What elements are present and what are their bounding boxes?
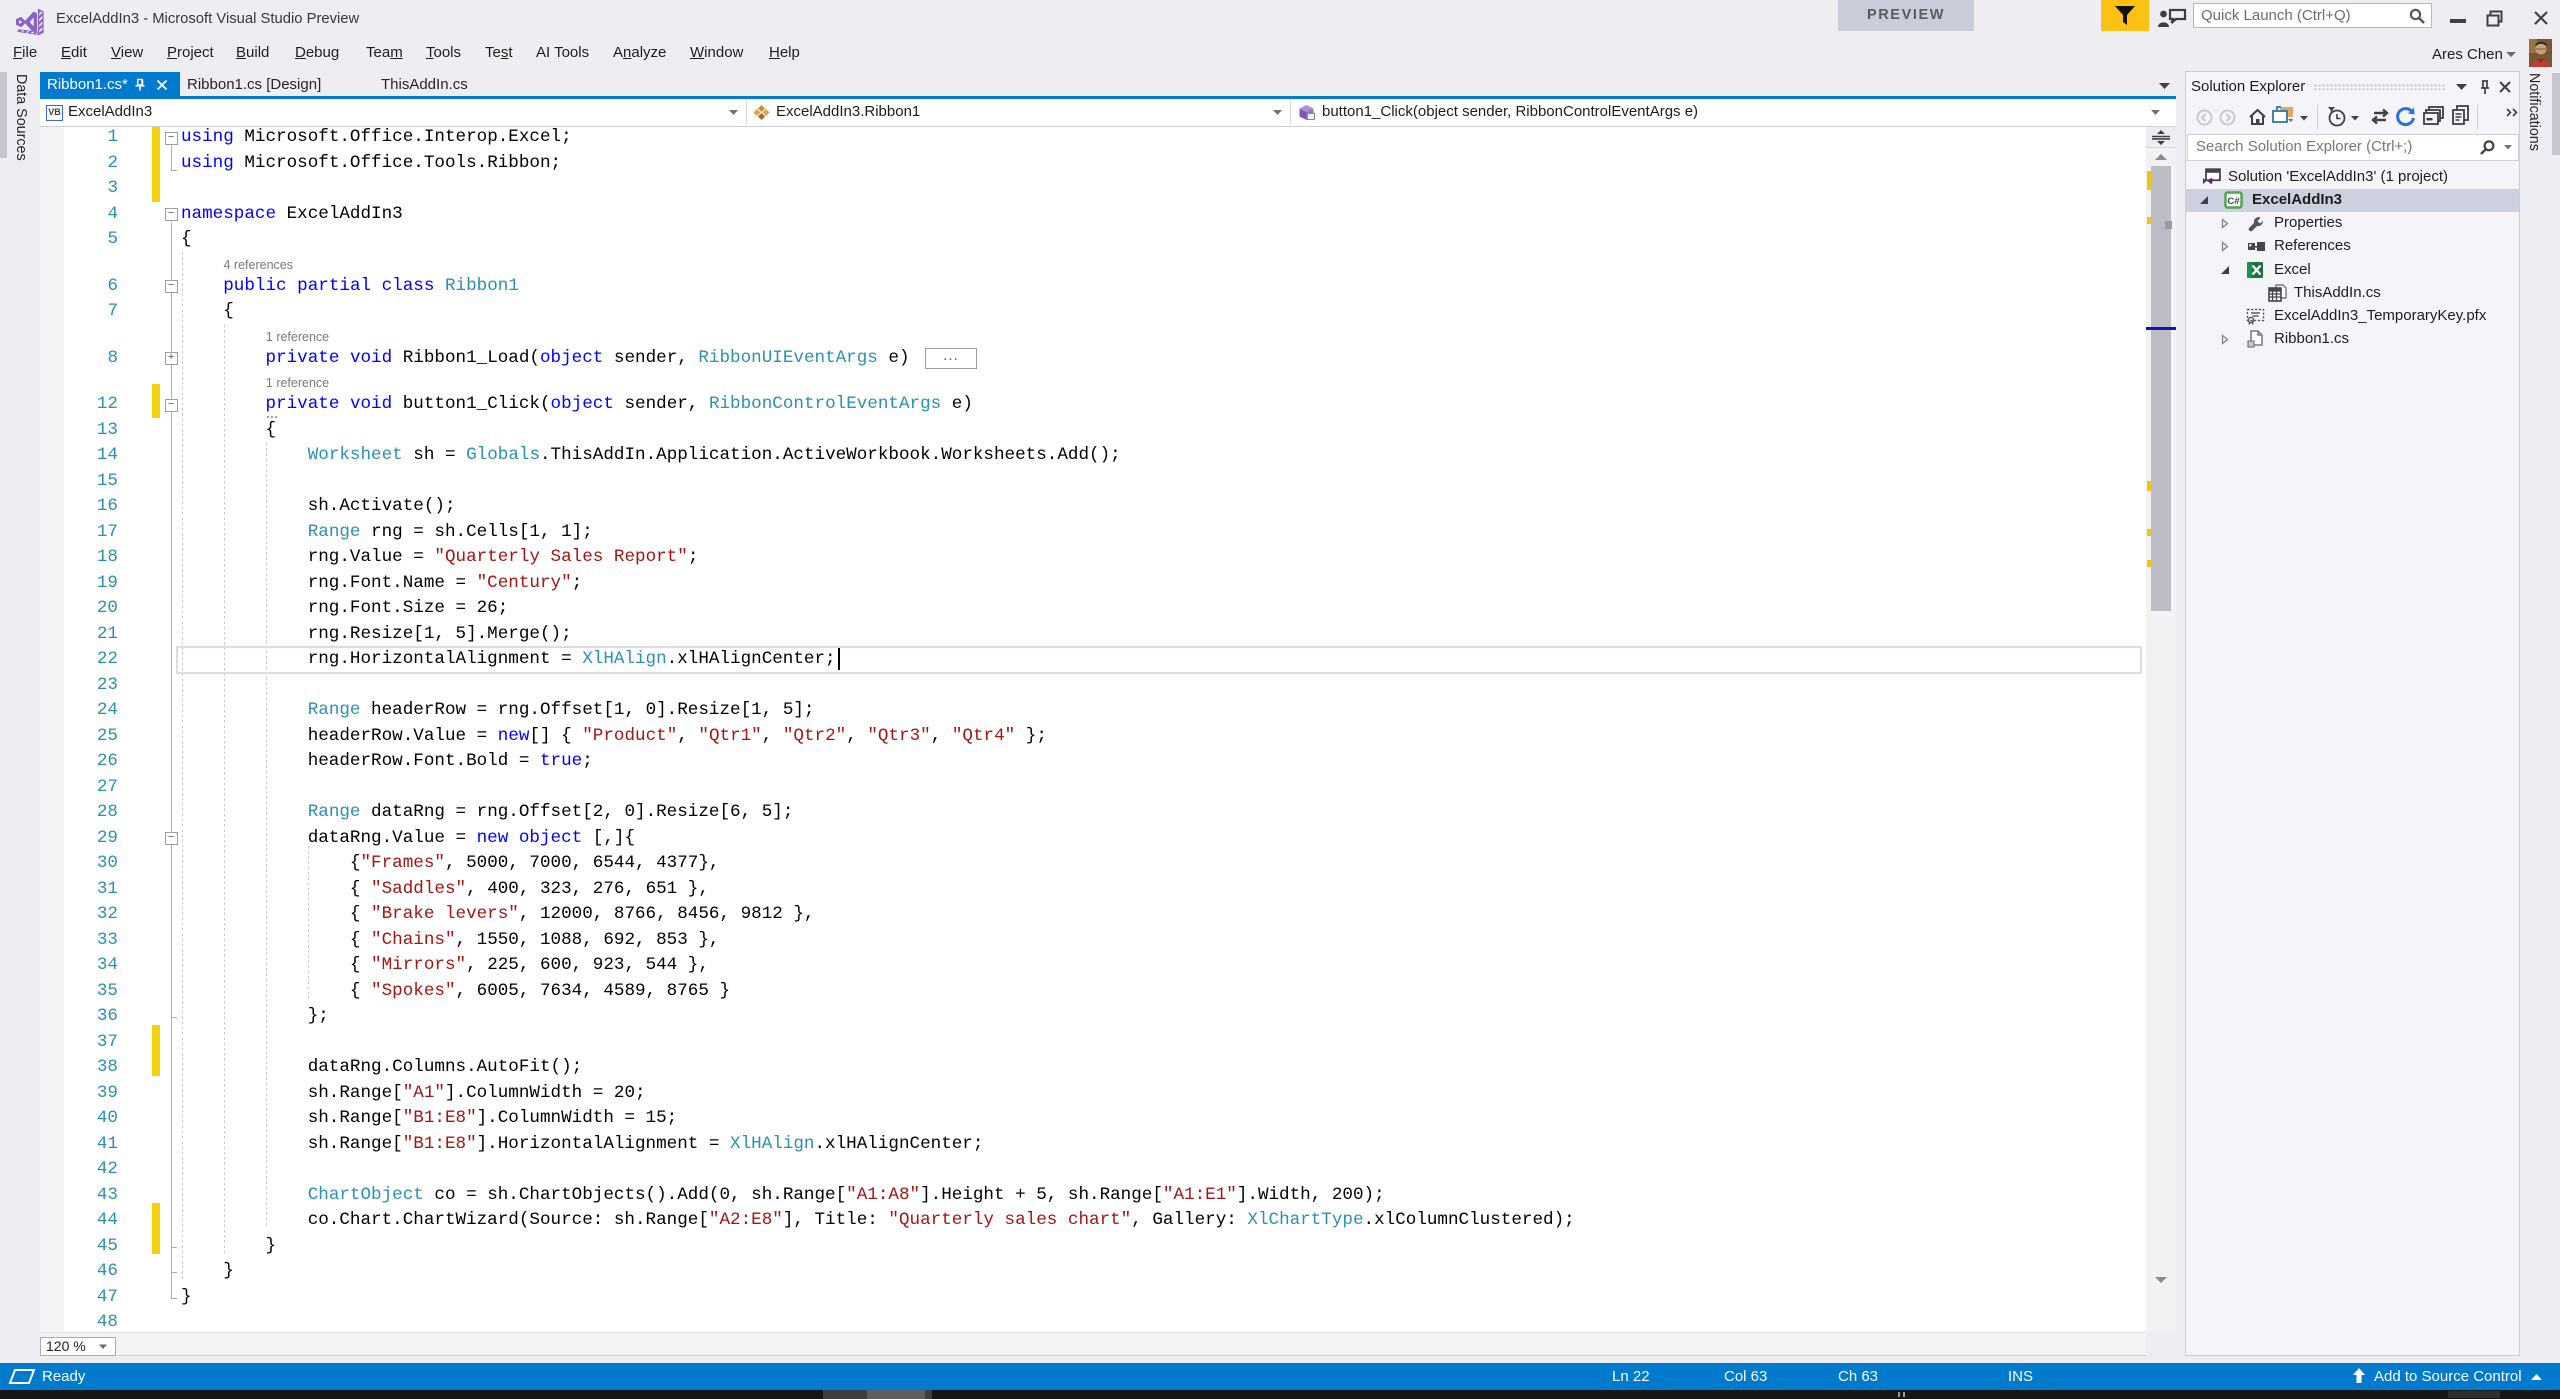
svg-text:C#: C# xyxy=(2227,196,2240,207)
